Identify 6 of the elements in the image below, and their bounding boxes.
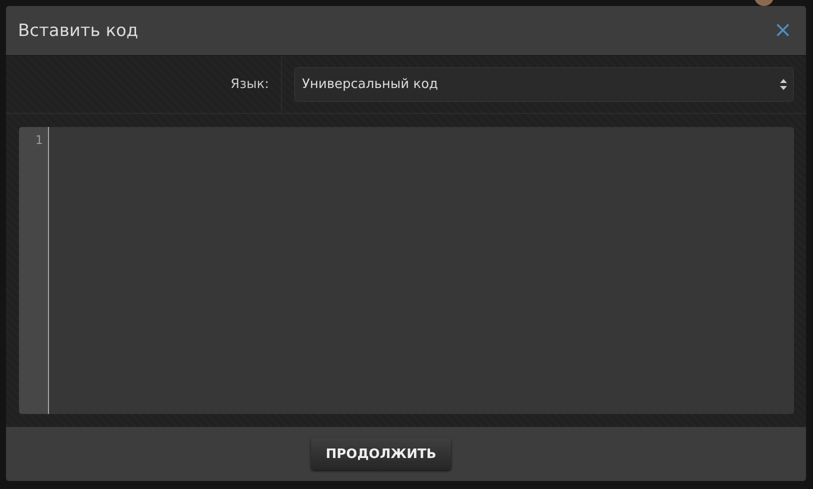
language-label: Язык: [230, 77, 269, 92]
line-number: 1 [34, 133, 44, 147]
up-down-arrows-icon [780, 79, 787, 90]
language-select[interactable]: Универсальный код [294, 67, 794, 102]
dialog-title: Вставить код [18, 20, 138, 40]
continue-button[interactable]: ПРОДОЛЖИТЬ [311, 438, 451, 470]
